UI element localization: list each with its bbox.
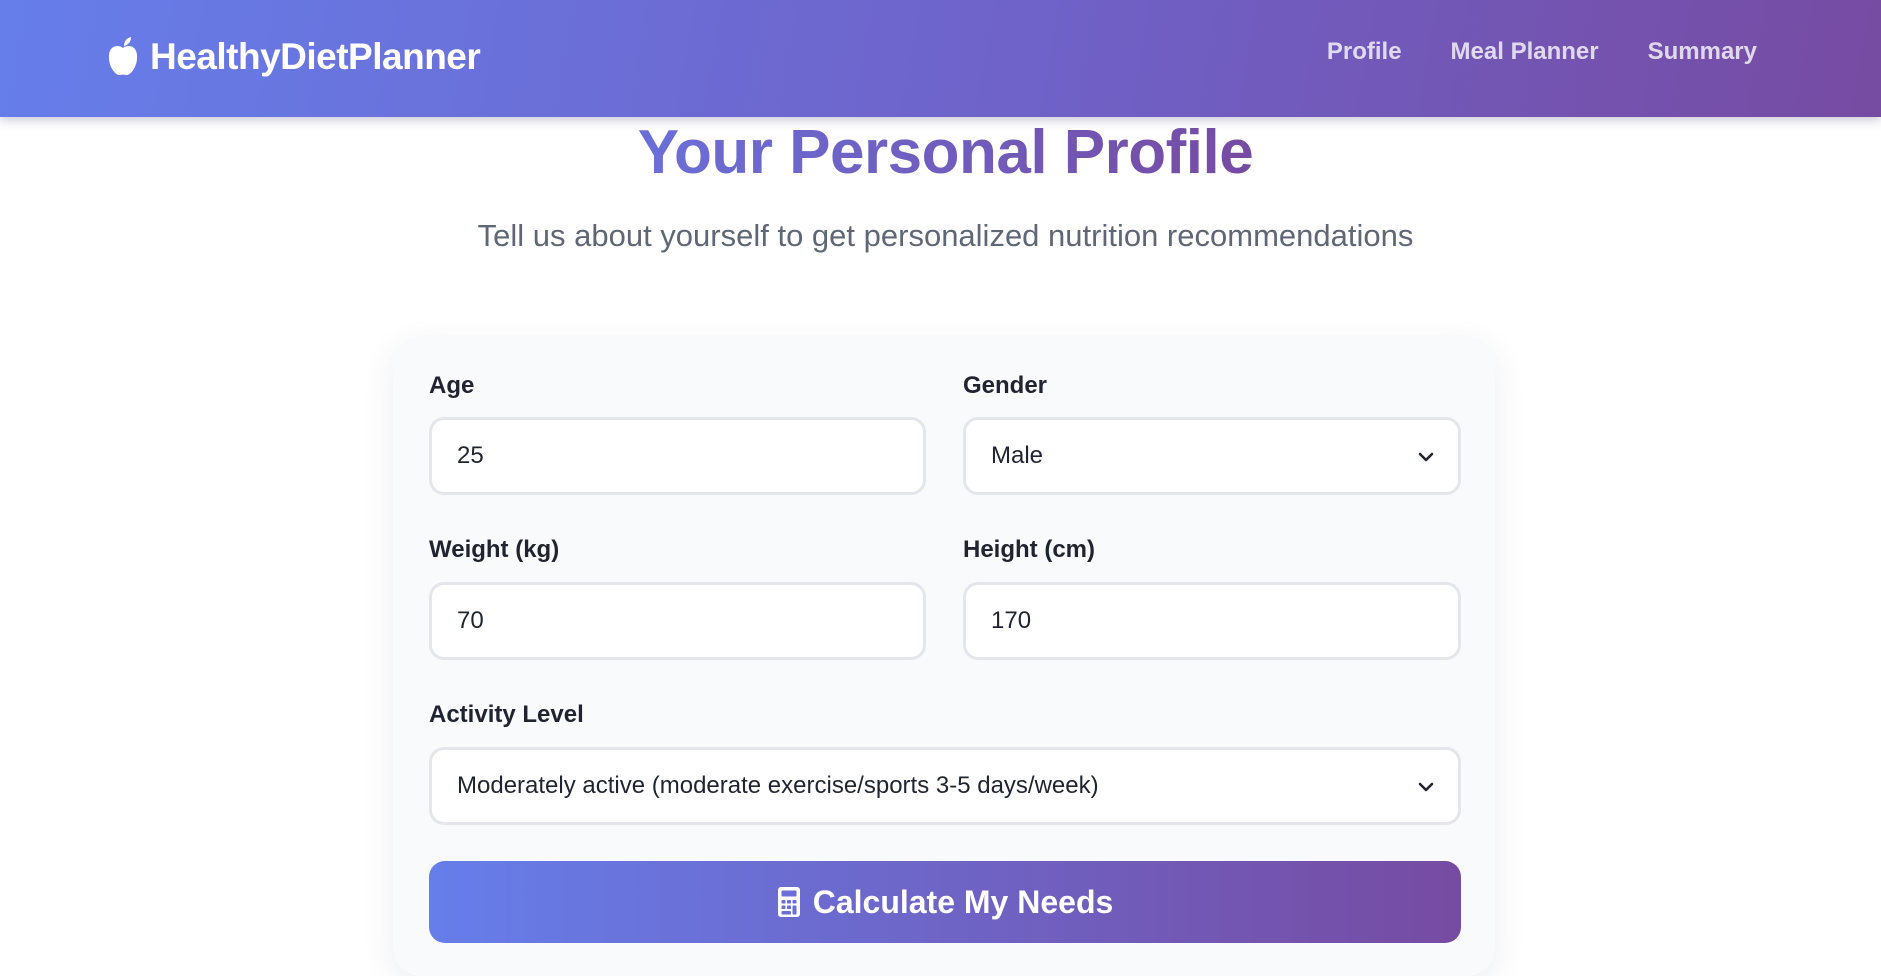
calculate-needs-button[interactable]: Calculate My Needs (429, 861, 1461, 943)
age-input[interactable]: 25 (429, 417, 926, 495)
gender-label: Gender (963, 372, 1048, 399)
gender-select[interactable]: Male (963, 417, 1461, 495)
height-input[interactable]: 170 (963, 582, 1461, 660)
age-label: Age (429, 372, 475, 399)
height-label: Height (cm) (963, 536, 1095, 563)
weight-label: Weight (kg) (429, 536, 560, 563)
calculator-icon (777, 887, 800, 917)
age-value: 25 (457, 442, 484, 469)
page-title: Your Personal Profile (0, 116, 1881, 190)
calculate-needs-label: Calculate My Needs (812, 883, 1114, 920)
page-subtitle: Tell us about yourself to get personaliz… (477, 218, 1414, 253)
page-title-text: Your Personal Profile (637, 118, 1254, 187)
nav-link-meal-planner[interactable]: Meal Planner (1451, 38, 1599, 66)
gender-value: Male (991, 442, 1044, 469)
nav-link-summary[interactable]: Summary (1648, 38, 1757, 66)
brand-name: HealthyDietPlanner (150, 36, 481, 77)
height-value: 170 (991, 607, 1032, 634)
activity-level-value: Moderately active (moderate exercise/spo… (457, 772, 1099, 799)
activity-level-select[interactable]: Moderately active (moderate exercise/spo… (429, 747, 1461, 825)
nav-link-profile[interactable]: Profile (1327, 38, 1402, 66)
activity-level-label: Activity Level (429, 701, 584, 728)
top-navbar: HealthyDietPlanner Profile Meal Planner … (0, 0, 1881, 117)
brand-logo[interactable]: HealthyDietPlanner (106, 35, 481, 79)
main-nav: Profile Meal Planner Summary (1327, 38, 1757, 66)
chevron-down-icon (1418, 452, 1434, 462)
weight-value: 70 (457, 607, 484, 634)
chevron-down-icon (1418, 782, 1434, 792)
weight-input[interactable]: 70 (429, 582, 926, 660)
apple-icon (108, 37, 138, 76)
